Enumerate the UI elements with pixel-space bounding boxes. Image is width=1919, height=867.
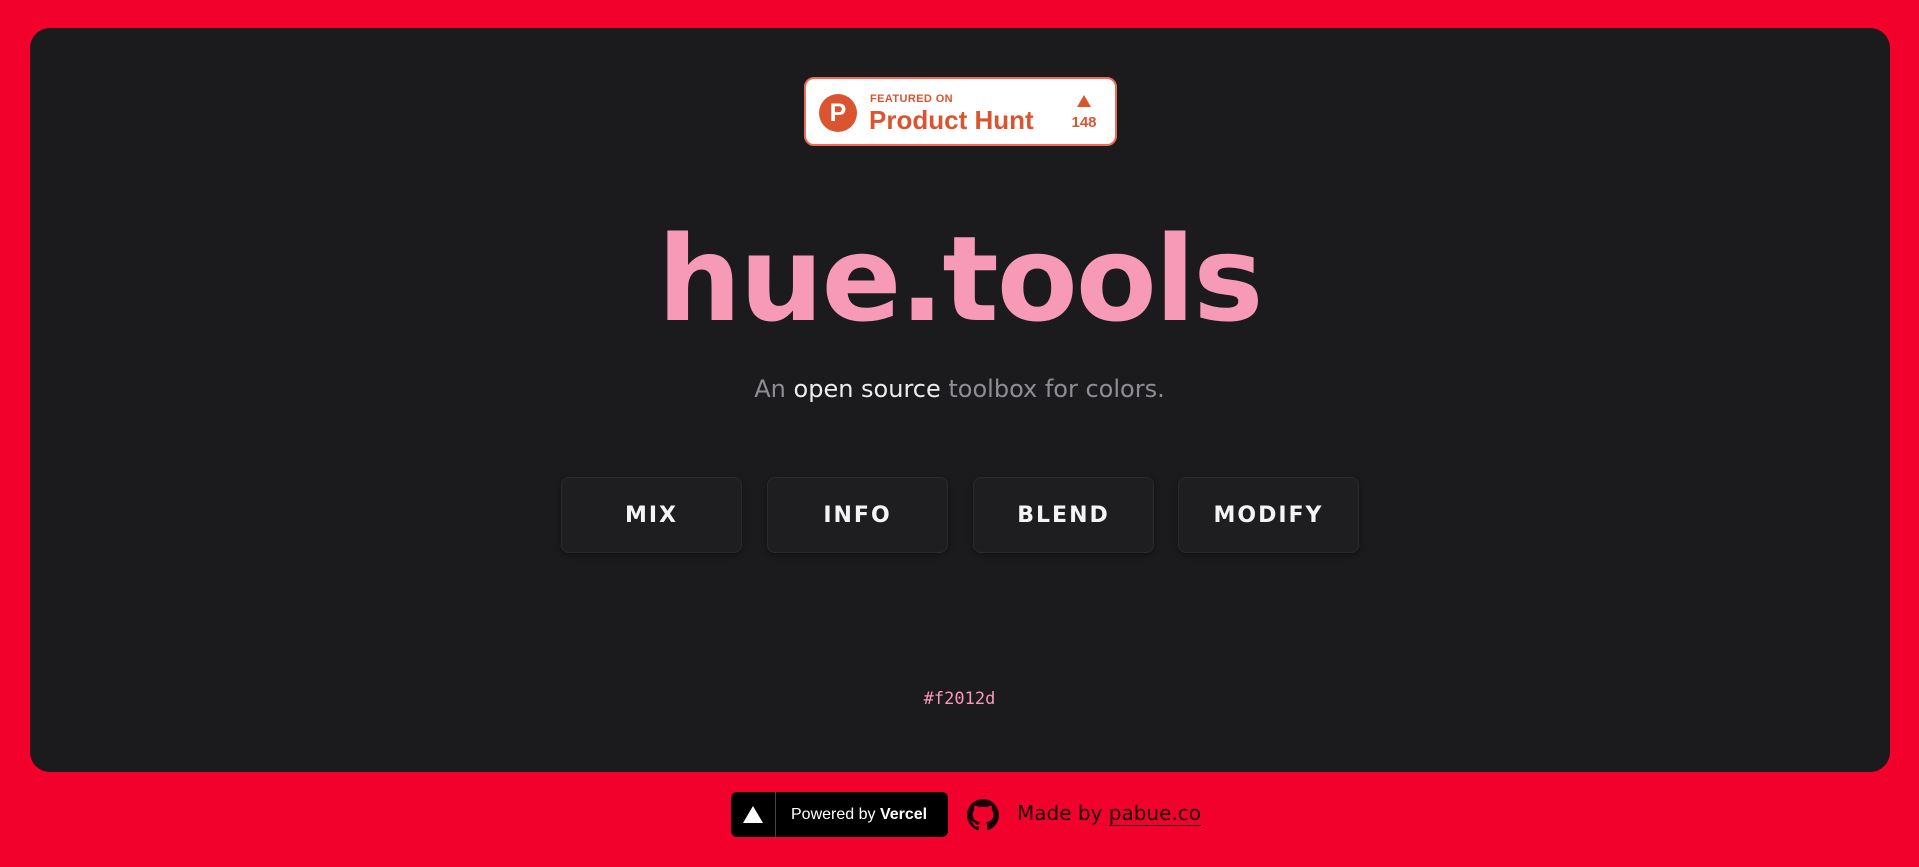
page-title: hue.tools (657, 210, 1263, 348)
powered-by-brand: Vercel (879, 805, 928, 823)
producthunt-logo-icon: P (819, 94, 857, 132)
blend-button[interactable]: BLEND (973, 477, 1154, 553)
info-button[interactable]: INFO (767, 477, 948, 553)
pabue-link[interactable]: pabue.co (1108, 801, 1201, 826)
github-icon[interactable] (967, 799, 999, 831)
subtitle-highlight: open source (793, 375, 941, 403)
made-by-prefix: Made by (1017, 801, 1109, 825)
modify-button[interactable]: MODIFY (1178, 477, 1359, 553)
powered-by-vercel-button[interactable]: Powered by Vercel (731, 792, 948, 837)
upvote-count: 148 (1071, 114, 1097, 131)
producthunt-featured-label: FEATURED ON (870, 93, 954, 105)
vercel-logo-icon (731, 792, 776, 837)
current-color-hex[interactable]: #f2012d (0, 689, 1919, 709)
producthunt-badge[interactable]: P FEATURED ON Product Hunt 148 (804, 77, 1117, 146)
subtitle-suffix: toolbox for colors. (940, 375, 1165, 403)
subtitle: An open source toolbox for colors. (0, 375, 1919, 403)
powered-by-label: Powered by Vercel (776, 806, 927, 824)
made-by-text: Made by pabue.co (1017, 801, 1201, 826)
powered-by-prefix: Powered by (791, 805, 880, 823)
subtitle-prefix: An (754, 375, 794, 403)
mix-button[interactable]: MIX (561, 477, 742, 553)
producthunt-name: Product Hunt (869, 105, 1034, 135)
upvote-arrow-icon (1077, 95, 1091, 107)
